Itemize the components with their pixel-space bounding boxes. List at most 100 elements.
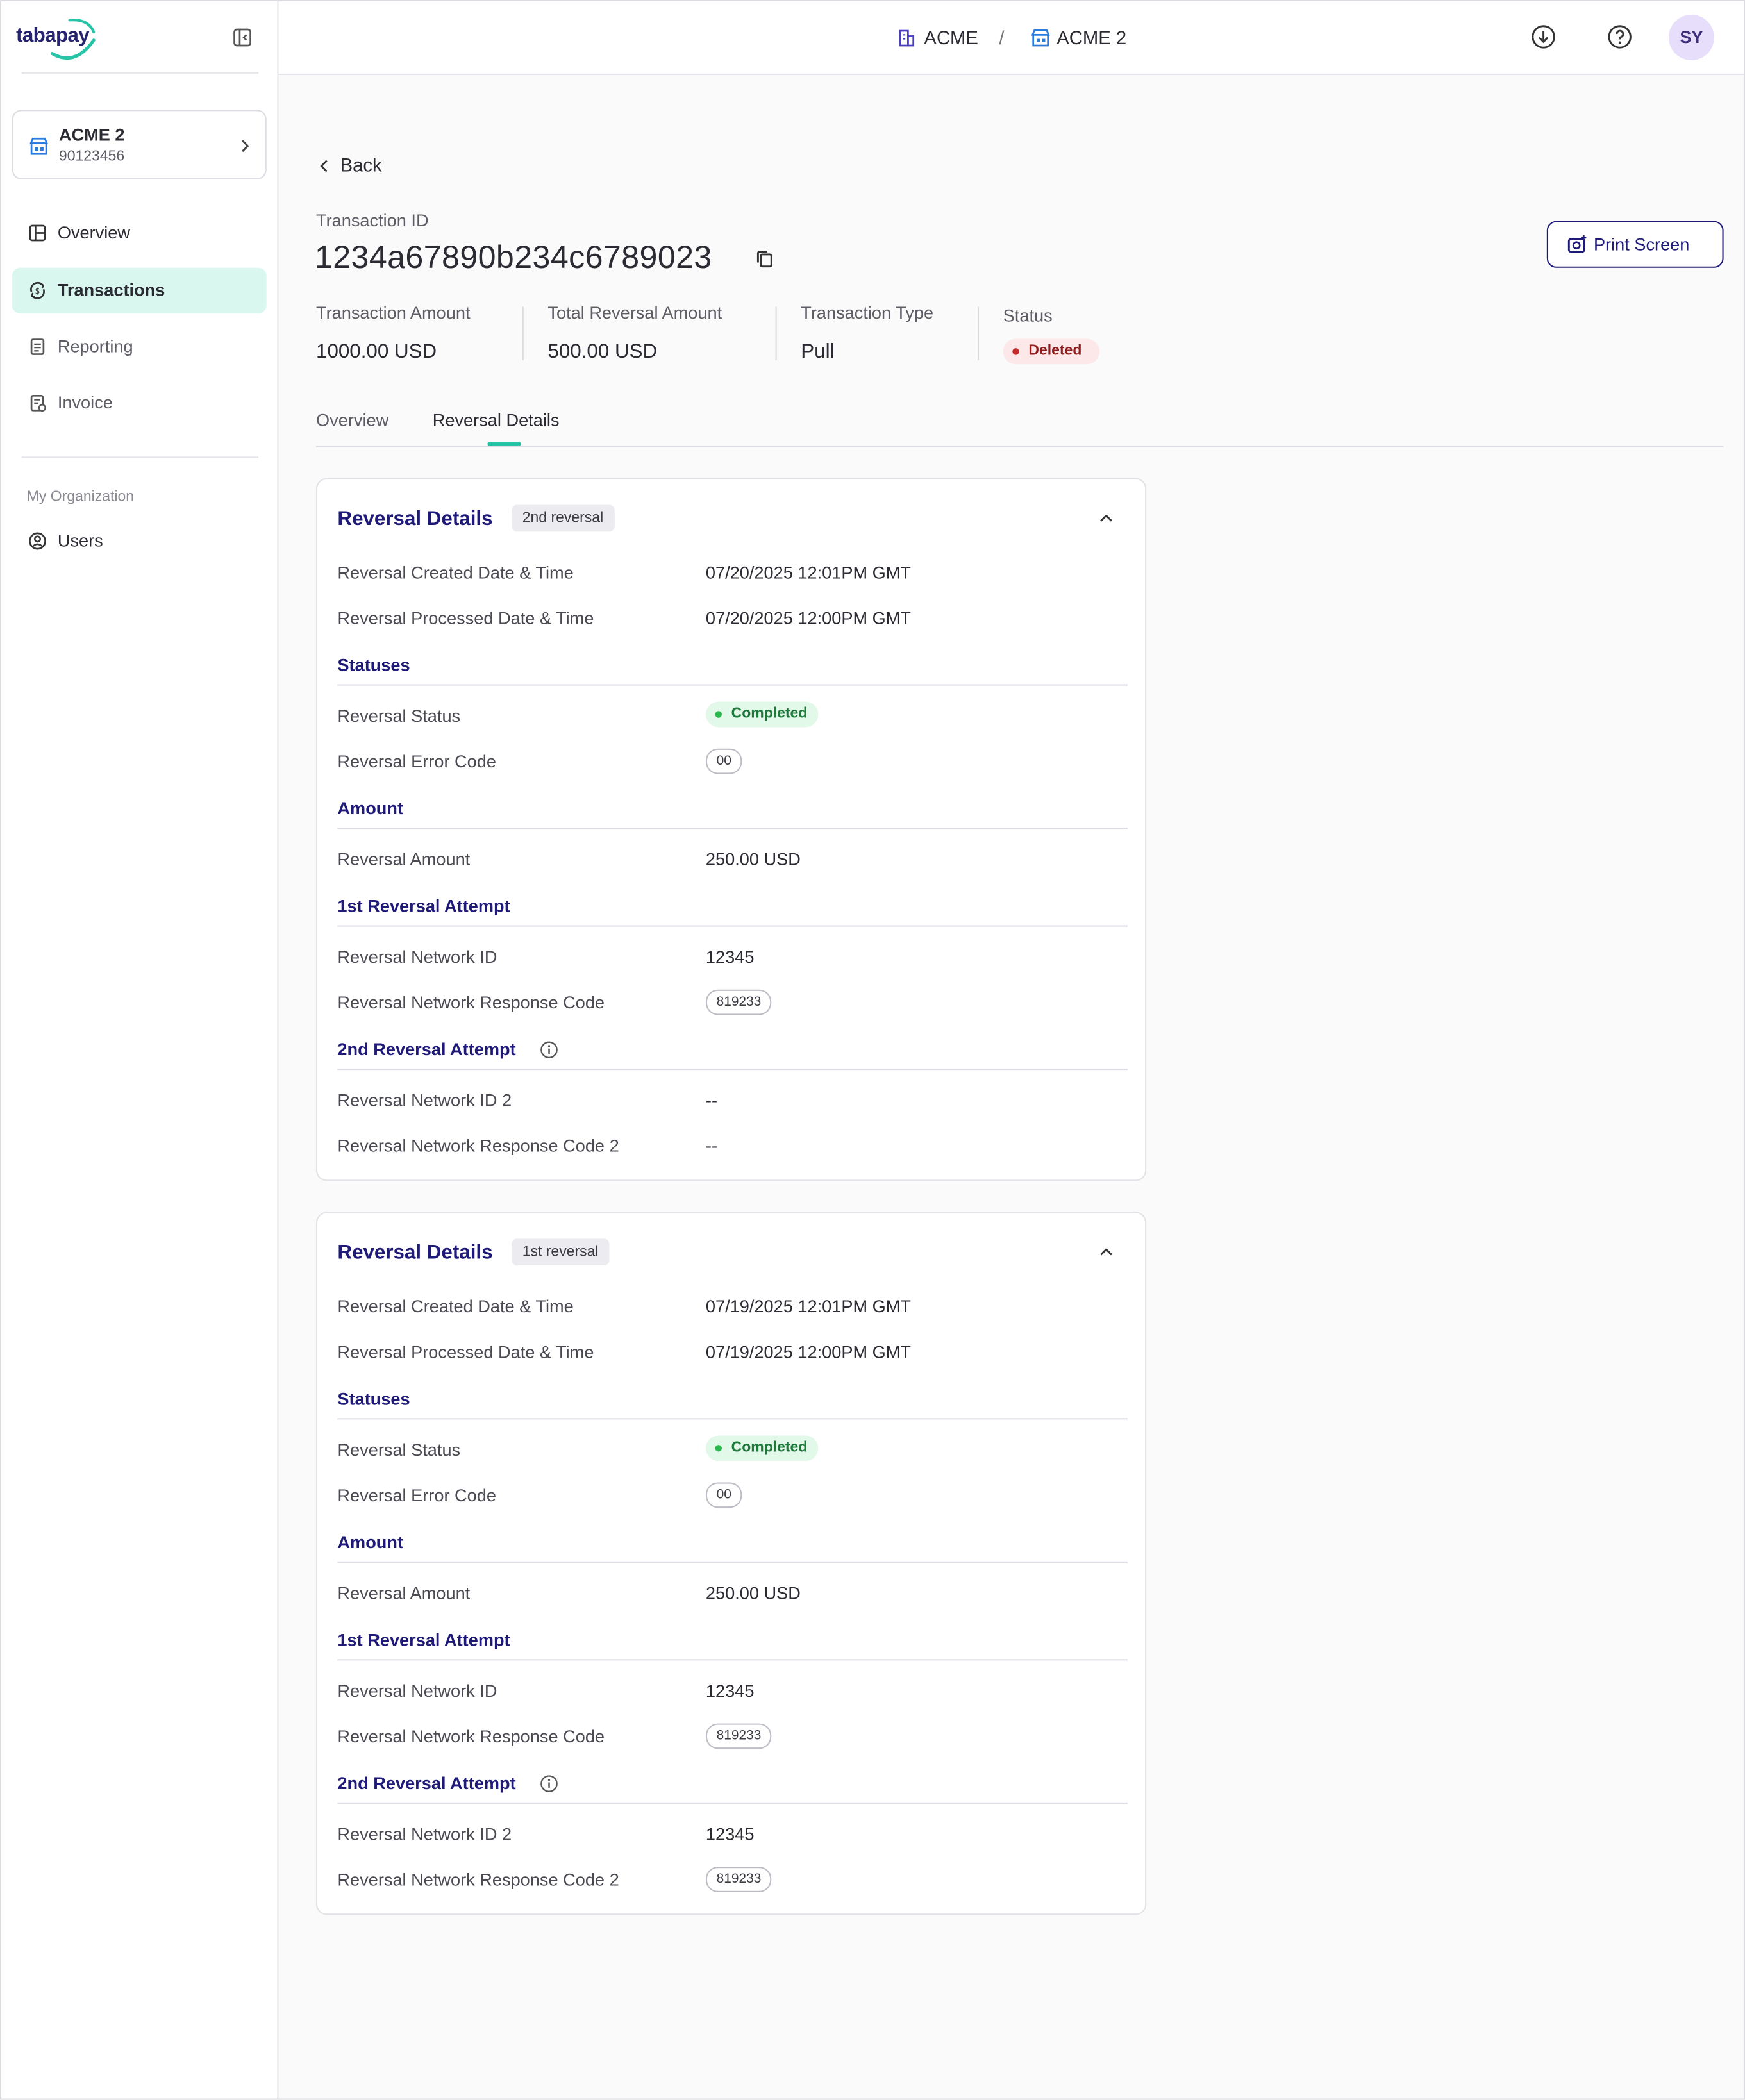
sidebar-item-reporting[interactable]: Reporting bbox=[12, 324, 267, 370]
detail-row: Reversal Processed Date & Time 07/19/202… bbox=[337, 1342, 1128, 1369]
chevron-up-icon[interactable] bbox=[1098, 512, 1114, 525]
detail-value: 07/19/2025 12:00PM GMT bbox=[705, 1342, 911, 1362]
section-header-attempt-2: 2nd Reversal Attempt bbox=[337, 1039, 1128, 1071]
collapse-sidebar-icon[interactable] bbox=[231, 27, 253, 48]
detail-row: Reversal Amount 250.00 USD bbox=[337, 1583, 1128, 1610]
detail-row: Reversal Created Date & Time 07/19/2025 … bbox=[337, 1296, 1128, 1323]
detail-key: Reversal Amount bbox=[337, 1583, 471, 1603]
detail-key: Reversal Processed Date & Time bbox=[337, 1342, 594, 1362]
detail-row: Reversal Network ID 12345 bbox=[337, 1681, 1128, 1708]
tab-overview[interactable]: Overview bbox=[316, 410, 388, 429]
detail-row: Reversal Network Response Code 819233 bbox=[337, 1723, 1128, 1753]
section-header-attempt-1: 1st Reversal Attempt bbox=[337, 896, 1128, 927]
exchange-icon: $ bbox=[30, 281, 45, 299]
code-chip: 819233 bbox=[705, 1867, 772, 1892]
detail-value: 12345 bbox=[705, 1824, 755, 1844]
building-icon bbox=[899, 29, 915, 47]
info-icon[interactable] bbox=[540, 1774, 558, 1793]
detail-row: Reversal Processed Date & Time 07/20/202… bbox=[337, 608, 1128, 635]
detail-row: Reversal Network ID 2 -- bbox=[337, 1090, 1128, 1117]
chevron-up-icon[interactable] bbox=[1098, 1246, 1114, 1259]
section-header-statuses: Statuses bbox=[337, 1388, 1128, 1420]
active-tab-indicator bbox=[487, 442, 521, 446]
detail-key: Reversal Network Response Code 2 bbox=[337, 1869, 619, 1890]
summary-key: Total Reversal Amount bbox=[547, 303, 722, 323]
org-switcher[interactable]: ACME 2 90123456 bbox=[12, 110, 267, 179]
sidebar-item-transactions[interactable]: $ Transactions bbox=[12, 267, 267, 313]
copy-icon[interactable] bbox=[755, 249, 774, 269]
sidebar-divider bbox=[21, 456, 259, 458]
section-title: Statuses bbox=[337, 654, 410, 675]
store-icon bbox=[29, 137, 49, 155]
detail-key: Reversal Created Date & Time bbox=[337, 562, 574, 583]
sidebar-item-label: Overview bbox=[57, 222, 131, 243]
top-bar bbox=[278, 1, 1744, 75]
detail-key: Reversal Error Code bbox=[337, 751, 496, 772]
tab-reversal-details[interactable]: Reversal Details bbox=[433, 410, 560, 429]
breadcrumb-separator: / bbox=[999, 26, 1005, 49]
code-chip: 819233 bbox=[705, 1723, 772, 1749]
sidebar-item-label: Users bbox=[57, 530, 103, 551]
detail-key: Reversal Amount bbox=[337, 849, 471, 869]
detail-row: Reversal Network Response Code 2 819233 bbox=[337, 1867, 1128, 1896]
transaction-id: 1234a67890b234c6789023 bbox=[314, 239, 712, 276]
section-title: Amount bbox=[337, 798, 404, 819]
section-header-attempt-2: 2nd Reversal Attempt bbox=[337, 1773, 1128, 1804]
summary-value: Pull bbox=[801, 340, 835, 363]
detail-key: Reversal Network ID 2 bbox=[337, 1090, 512, 1110]
detail-row: Reversal Status Completed bbox=[337, 701, 1128, 733]
org-name: ACME 2 bbox=[58, 124, 125, 145]
org-section-label: My Organization bbox=[26, 488, 135, 505]
completed-badge: Completed bbox=[705, 1435, 819, 1462]
print-screen-button[interactable]: Print Screen bbox=[1546, 221, 1724, 268]
layout-icon bbox=[29, 224, 46, 242]
detail-row: Reversal Network Response Code 819233 bbox=[337, 989, 1128, 1019]
detail-key: Reversal Network ID bbox=[337, 946, 497, 967]
section-header-amount: Amount bbox=[337, 1532, 1128, 1563]
detail-value: -- bbox=[705, 1090, 718, 1110]
detail-key: Reversal Processed Date & Time bbox=[337, 608, 594, 628]
section-header-amount: Amount bbox=[337, 798, 1128, 829]
user-avatar[interactable]: SY bbox=[1668, 14, 1714, 61]
camera-icon bbox=[1567, 235, 1587, 253]
chevron-right-icon bbox=[242, 140, 249, 153]
sidebar-item-overview[interactable]: Overview bbox=[12, 210, 267, 256]
sidebar-item-label: Invoice bbox=[57, 392, 113, 413]
detail-row: Reversal Error Code 00 bbox=[337, 748, 1128, 778]
sidebar-divider bbox=[21, 72, 259, 74]
breadcrumb-current[interactable]: ACME 2 bbox=[1056, 27, 1126, 48]
section-header-attempt-1: 1st Reversal Attempt bbox=[337, 1629, 1128, 1661]
summary-value: 500.00 USD bbox=[547, 340, 658, 363]
chevron-left-icon bbox=[320, 160, 328, 172]
summary-divider bbox=[775, 306, 777, 360]
app-window: tabapay ACME 2 90123456 Overview $ Trans… bbox=[0, 0, 1745, 2100]
detail-row: Reversal Error Code 00 bbox=[337, 1482, 1128, 1512]
summary-value: 1000.00 USD bbox=[316, 340, 437, 363]
detail-row: Reversal Created Date & Time 07/20/2025 … bbox=[337, 562, 1128, 589]
sidebar-item-invoice[interactable]: Invoice bbox=[12, 380, 267, 426]
status-badge: Deleted bbox=[1003, 338, 1100, 365]
card-title: Reversal Details bbox=[337, 507, 493, 531]
download-icon[interactable] bbox=[1531, 24, 1557, 50]
summary-divider bbox=[977, 306, 980, 360]
help-icon[interactable] bbox=[1607, 24, 1633, 50]
sidebar-item-label: Transactions bbox=[57, 279, 165, 300]
svg-text:$: $ bbox=[35, 286, 40, 296]
detail-value: 07/20/2025 12:00PM GMT bbox=[705, 608, 911, 628]
detail-value: 07/20/2025 12:01PM GMT bbox=[705, 562, 911, 583]
detail-key: Reversal Error Code bbox=[337, 1485, 496, 1506]
sidebar-item-users[interactable]: Users bbox=[12, 518, 267, 563]
detail-key: Reversal Network Response Code bbox=[337, 1726, 605, 1747]
detail-key: Reversal Network Response Code bbox=[337, 992, 605, 1013]
breadcrumb-parent[interactable]: ACME bbox=[924, 27, 978, 48]
completed-badge: Completed bbox=[705, 701, 819, 728]
info-icon[interactable] bbox=[540, 1040, 558, 1059]
detail-row: Reversal Amount 250.00 USD bbox=[337, 849, 1128, 876]
detail-value: -- bbox=[705, 1135, 718, 1156]
section-title: 1st Reversal Attempt bbox=[337, 1629, 510, 1650]
reversal-tag: 2nd reversal bbox=[512, 504, 614, 532]
document-icon bbox=[30, 338, 45, 355]
summary-key: Transaction Type bbox=[801, 303, 934, 323]
tabs-divider bbox=[316, 446, 1724, 447]
sidebar: tabapay ACME 2 90123456 Overview $ Trans… bbox=[1, 1, 279, 2099]
